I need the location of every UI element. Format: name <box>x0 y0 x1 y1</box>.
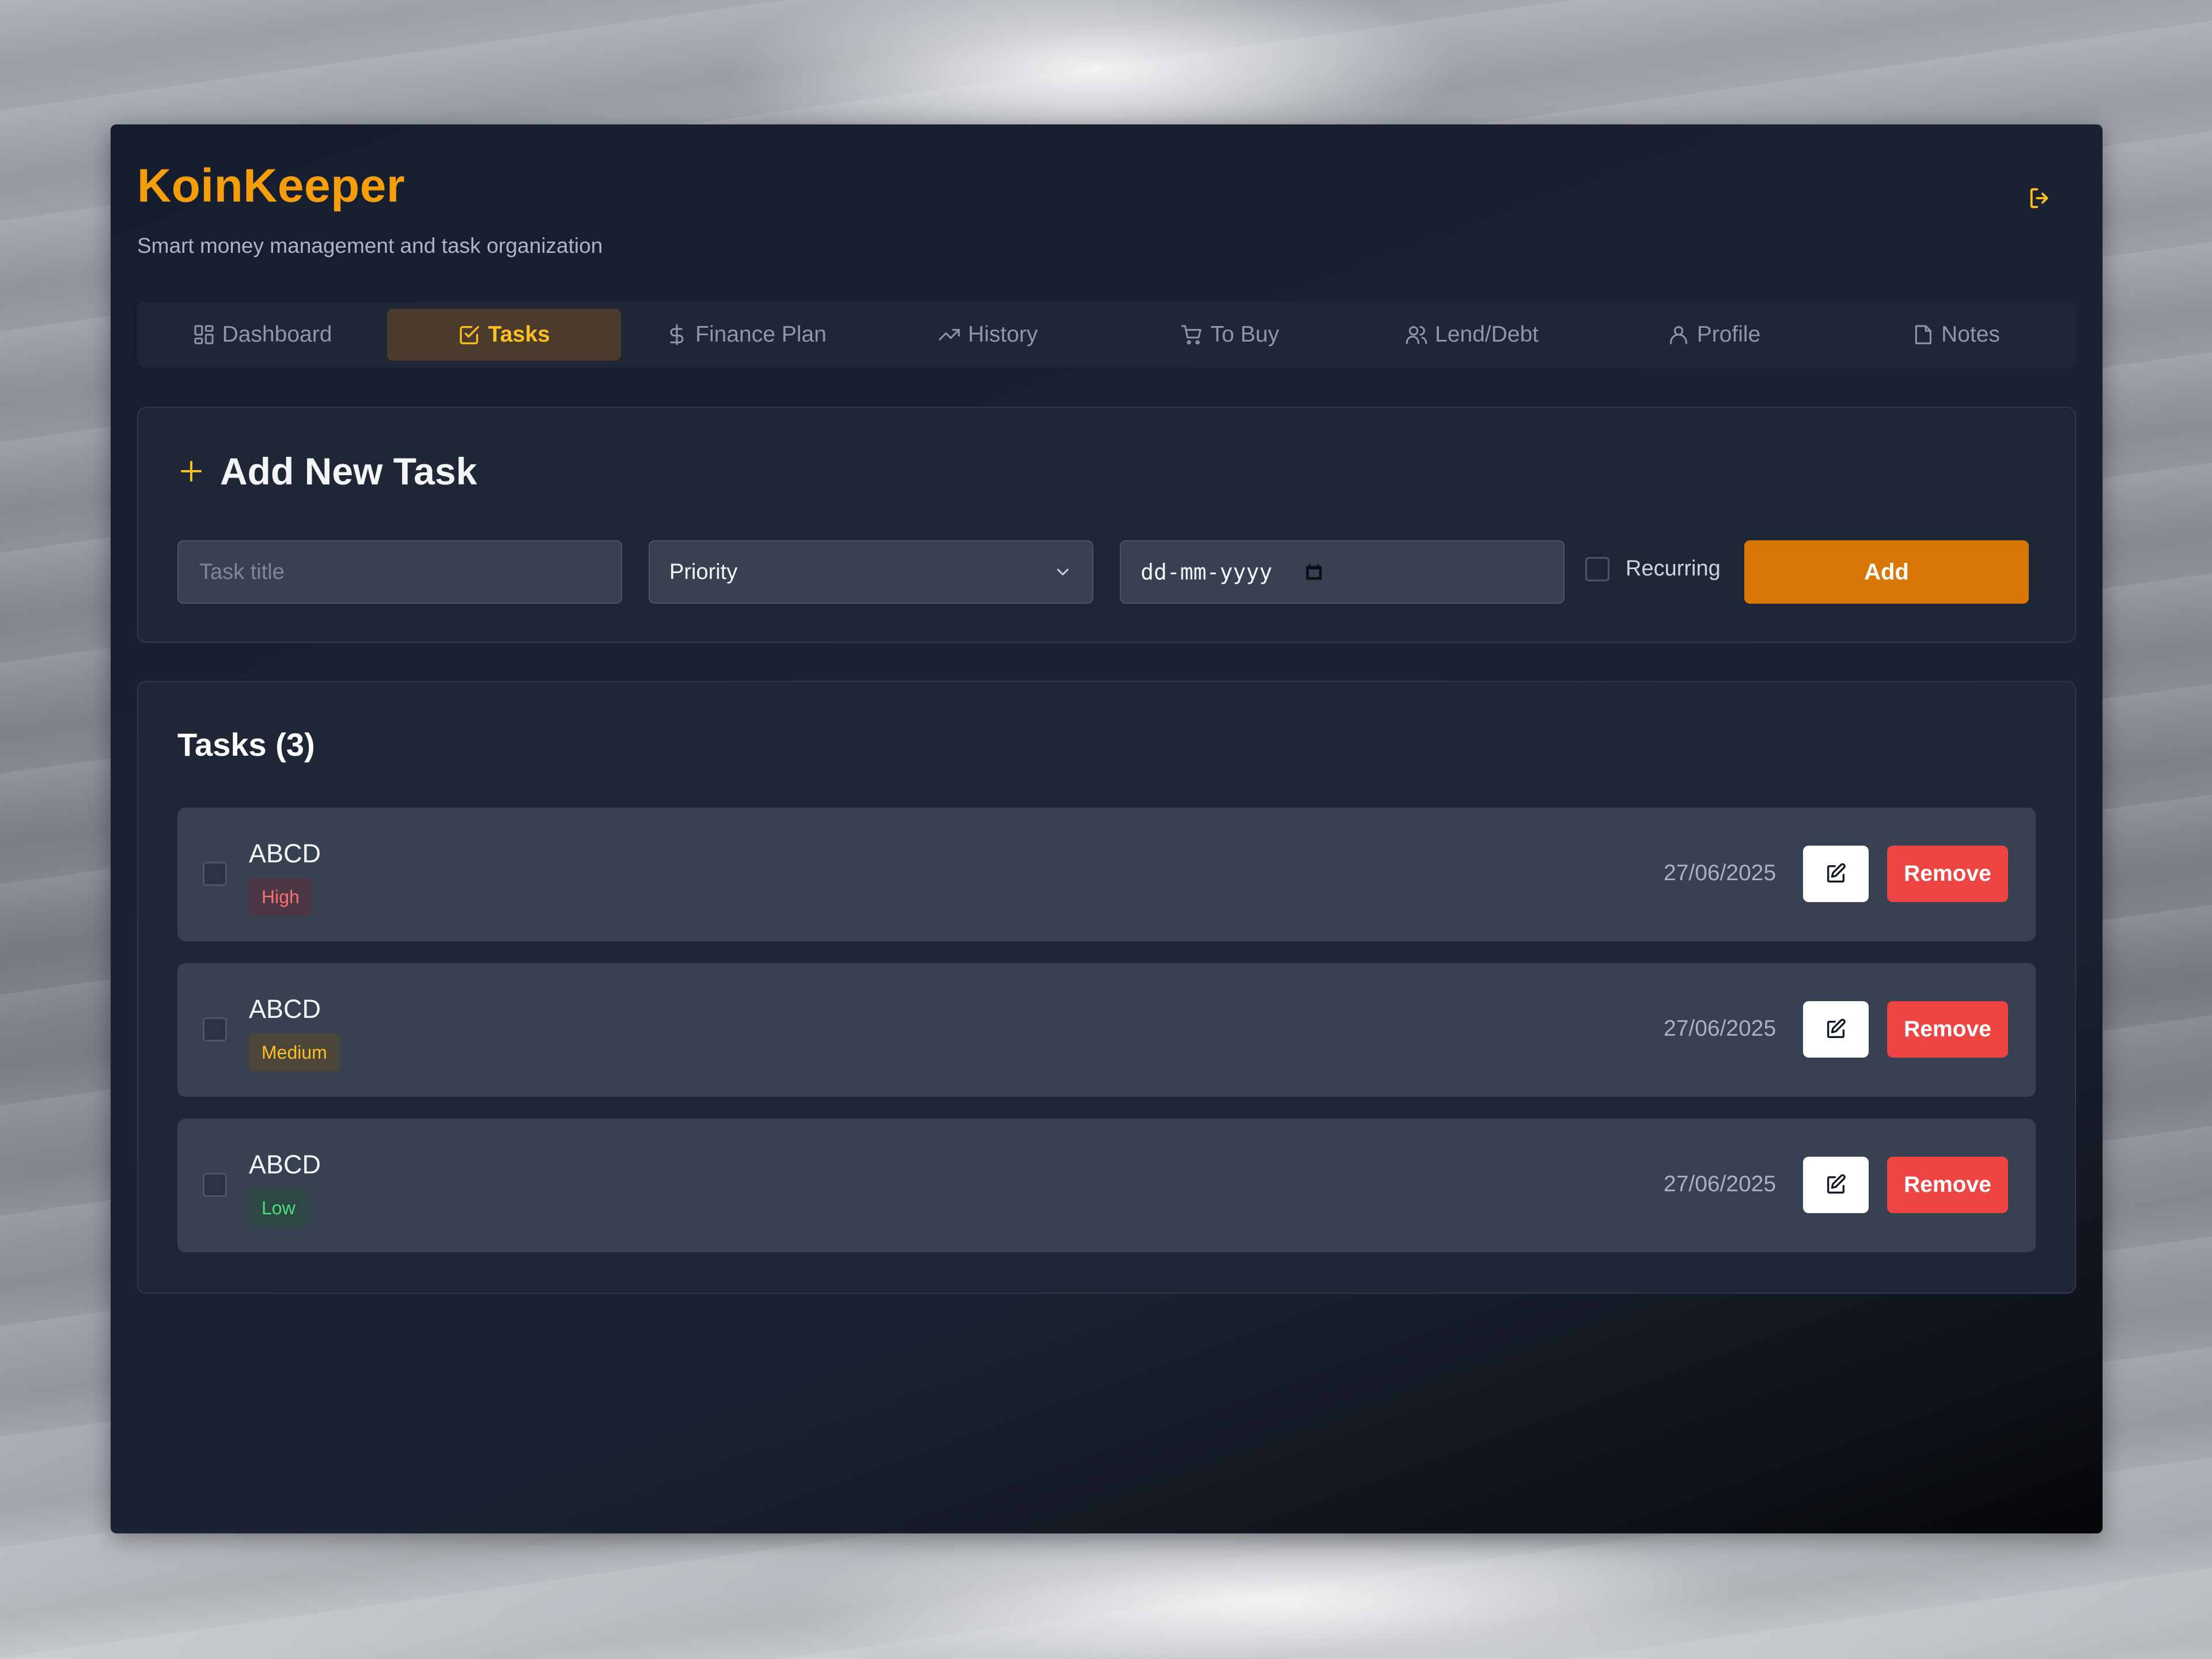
tab-profile[interactable]: Profile <box>1597 309 1831 361</box>
task-title: ABCD <box>249 1150 321 1179</box>
task-title: ABCD <box>249 839 321 868</box>
tab-to-buy[interactable]: To Buy <box>1113 309 1347 361</box>
priority-badge: High <box>249 878 312 916</box>
app-subtitle: Smart money management and task organiza… <box>137 234 603 257</box>
logout-icon <box>2030 188 2048 209</box>
main-nav: Dashboard Tasks Finance Plan History To … <box>137 302 2075 368</box>
logout-button[interactable] <box>2022 180 2059 217</box>
edit-task-button[interactable] <box>1803 1001 1869 1058</box>
task-title-field[interactable] <box>177 540 622 604</box>
tab-label: History <box>968 322 1038 347</box>
due-date-field[interactable]: dd-mm-yyyy <box>1120 540 1565 604</box>
edit-task-button[interactable] <box>1803 1157 1869 1213</box>
task-row: ABCD Low 27/06/2025 Remove <box>177 1119 2036 1252</box>
task-done-checkbox[interactable] <box>203 862 227 886</box>
recurring-label: Recurring <box>1626 556 1721 581</box>
task-title-input[interactable] <box>198 559 601 585</box>
tab-notes[interactable]: Notes <box>1839 309 2073 361</box>
remove-task-button[interactable]: Remove <box>1887 846 2008 902</box>
edit-icon <box>1827 863 1846 882</box>
tab-label: Notes <box>1941 322 2000 347</box>
tab-label: Profile <box>1696 322 1761 347</box>
tab-history[interactable]: History <box>871 309 1105 361</box>
cart-icon <box>1181 325 1202 345</box>
calendar-icon[interactable] <box>1304 562 1324 582</box>
user-icon <box>1669 326 1687 344</box>
add-task-card: Add New Task Priority dd-mm-yyyy Recurri… <box>137 407 2076 643</box>
recurring-option[interactable]: Recurring <box>1585 556 1721 581</box>
dollar-icon <box>670 324 684 346</box>
tab-label: Tasks <box>488 322 550 347</box>
app-window: KoinKeeper Smart money management and ta… <box>111 124 2103 1533</box>
edit-task-button[interactable] <box>1803 846 1869 902</box>
add-task-heading-text: Add New Task <box>220 450 478 493</box>
trending-up-icon <box>939 329 960 340</box>
chevron-down-icon <box>1057 569 1069 575</box>
due-date-value: dd-mm-yyyy <box>1141 559 1272 585</box>
tab-finance-plan[interactable]: Finance Plan <box>629 309 863 361</box>
task-done-checkbox[interactable] <box>203 1173 227 1197</box>
task-date: 27/06/2025 <box>1664 1016 1777 1041</box>
task-title: ABCD <box>249 994 321 1024</box>
task-list-heading: Tasks (3) <box>177 726 315 763</box>
dashboard-icon <box>194 325 214 344</box>
note-icon <box>1915 325 1931 344</box>
edit-icon <box>1827 1018 1846 1038</box>
priority-badge: Medium <box>249 1033 340 1071</box>
priority-badge: Low <box>249 1189 308 1227</box>
task-done-checkbox[interactable] <box>203 1017 227 1041</box>
task-date: 27/06/2025 <box>1664 1172 1777 1196</box>
recurring-checkbox[interactable] <box>1585 556 1609 581</box>
task-date: 27/06/2025 <box>1664 861 1777 885</box>
tab-label: Dashboard <box>222 322 332 347</box>
remove-task-button[interactable]: Remove <box>1887 1157 2008 1213</box>
priority-select-value: Priority <box>669 559 738 584</box>
tab-label: To Buy <box>1210 322 1279 347</box>
tab-tasks[interactable]: Tasks <box>387 309 621 361</box>
task-row: ABCD Medium 27/06/2025 Remove <box>177 963 2036 1097</box>
users-icon <box>1406 326 1427 344</box>
priority-select[interactable]: Priority <box>649 540 1093 604</box>
edit-icon <box>1827 1174 1846 1194</box>
task-row: ABCD High 27/06/2025 Remove <box>177 808 2036 941</box>
add-task-heading: Add New Task <box>177 449 477 493</box>
tab-dashboard[interactable]: Dashboard <box>145 309 379 361</box>
remove-task-button[interactable]: Remove <box>1887 1001 2008 1058</box>
task-list-card: Tasks (3) ABCD High 27/06/2025 Remove AB… <box>137 681 2076 1294</box>
app-title: KoinKeeper <box>137 160 406 212</box>
tab-label: Lend/Debt <box>1435 322 1539 347</box>
plus-icon <box>181 461 202 482</box>
tab-label: Finance Plan <box>695 322 827 347</box>
tab-lend-debt[interactable]: Lend/Debt <box>1355 309 1589 361</box>
checkbox-icon <box>460 326 479 344</box>
add-task-button[interactable]: Add <box>1744 540 2029 604</box>
